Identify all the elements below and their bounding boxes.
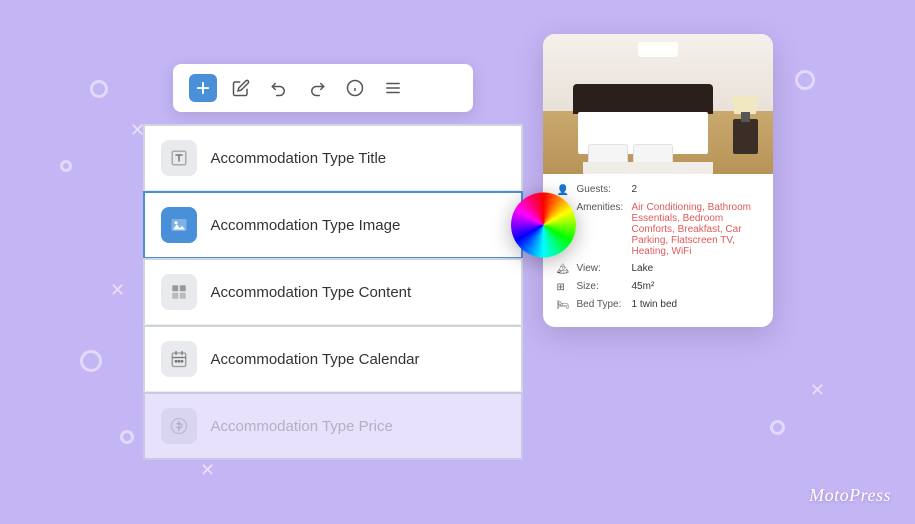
view-label: View: (577, 263, 632, 274)
property-details: 👤 Guests: 2 🏠 Amenities: Air Conditionin… (543, 174, 773, 327)
content-icon (170, 283, 188, 301)
price-icon (170, 417, 188, 435)
property-image (543, 34, 773, 174)
guests-label: Guests: (577, 184, 632, 195)
dot-5 (795, 70, 815, 90)
dot-4 (120, 430, 134, 444)
bedroom-scene (543, 34, 773, 174)
calendar-icon (170, 350, 188, 368)
size-icon: ⊞ (557, 282, 571, 293)
size-label: Size: (577, 281, 632, 292)
block-calendar[interactable]: Accommodation Type Calendar (143, 325, 523, 392)
image-icon (170, 216, 188, 234)
detail-guests: 👤 Guests: 2 (557, 184, 759, 196)
add-block-button[interactable] (189, 74, 217, 102)
edit-button[interactable] (227, 74, 255, 102)
redo-button[interactable] (303, 74, 331, 102)
block-title[interactable]: Accommodation Type Title (143, 124, 523, 191)
block-title-label: Accommodation Type Title (211, 150, 387, 167)
block-content-label: Accommodation Type Content (211, 284, 412, 301)
view-icon: 🏔 (557, 264, 571, 275)
bed-type-icon: 🛏 (557, 300, 571, 311)
block-image[interactable]: Accommodation Type Image (143, 191, 523, 258)
block-price-label: Accommodation Type Price (211, 418, 393, 435)
bed-cover (583, 162, 713, 174)
bed-type-label: Bed Type: (577, 299, 632, 310)
amenities-value: Air Conditioning, Bathroom Essentials, B… (632, 202, 759, 257)
bed (573, 84, 713, 154)
title-icon-wrap (161, 140, 197, 176)
editor-toolbar (173, 64, 473, 112)
bed-headboard (573, 84, 713, 114)
block-content[interactable]: Accommodation Type Content (143, 258, 523, 325)
title-icon (170, 149, 188, 167)
price-icon-wrap (161, 408, 197, 444)
block-price[interactable]: Accommodation Type Price (143, 392, 523, 460)
editor-panel: Accommodation Type Title Accommodation T… (143, 64, 523, 460)
content-icon-wrap (161, 274, 197, 310)
blocks-list: Accommodation Type Title Accommodation T… (143, 124, 523, 460)
guests-icon: 👤 (557, 185, 571, 196)
block-calendar-label: Accommodation Type Calendar (211, 351, 420, 368)
lamp (728, 87, 763, 122)
block-image-label: Accommodation Type Image (211, 217, 401, 234)
menu-button[interactable] (379, 74, 407, 102)
nightstand (733, 119, 758, 154)
motopress-logo: MotoPress (809, 485, 891, 506)
detail-size: ⊞ Size: 45m² (557, 281, 759, 293)
bed-type-value: 1 twin bed (632, 299, 759, 310)
x-3: ✕ (200, 460, 215, 481)
x-5: ✕ (810, 380, 825, 401)
dot-1 (90, 80, 108, 98)
x-2: ✕ (110, 280, 125, 301)
detail-bed: 🛏 Bed Type: 1 twin bed (557, 299, 759, 311)
calendar-icon-wrap (161, 341, 197, 377)
dot-3 (80, 350, 102, 372)
guests-value: 2 (632, 184, 759, 195)
detail-view: 🏔 View: Lake (557, 263, 759, 275)
property-card: 👤 Guests: 2 🏠 Amenities: Air Conditionin… (543, 34, 773, 327)
size-value: 45m² (632, 281, 759, 292)
bed-mattress (578, 112, 708, 154)
ceiling-light (638, 42, 678, 57)
image-icon-wrap (161, 207, 197, 243)
detail-amenities: 🏠 Amenities: Air Conditioning, Bathroom … (557, 202, 759, 257)
info-button[interactable] (341, 74, 369, 102)
view-value: Lake (632, 263, 759, 274)
amenities-label: Amenities: (577, 202, 632, 213)
lamp-base (741, 112, 750, 122)
dot-2 (60, 160, 72, 172)
main-container: Accommodation Type Title Accommodation T… (143, 64, 773, 460)
color-wheel (511, 193, 576, 258)
undo-button[interactable] (265, 74, 293, 102)
